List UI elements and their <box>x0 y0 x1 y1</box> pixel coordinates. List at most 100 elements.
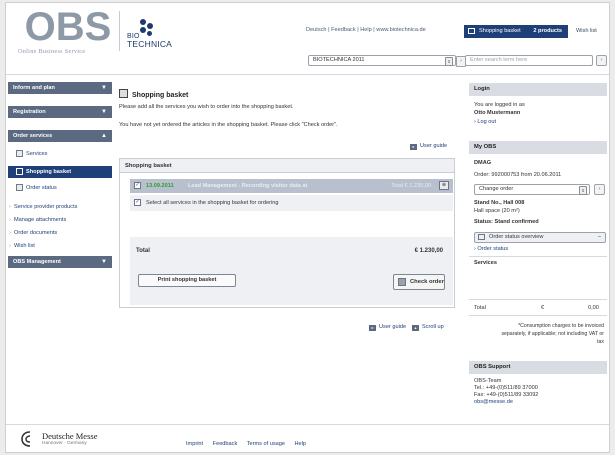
right-total-label: Total <box>474 305 486 311</box>
sidebar-link-manage-attachments[interactable]: Manage attachments <box>8 214 112 226</box>
sidebar-item-services[interactable]: Services <box>8 148 112 160</box>
basket-icon <box>468 28 475 34</box>
search-input[interactable]: Enter search term here <box>465 55 593 66</box>
item-checkbox[interactable]: ✓ <box>134 182 141 189</box>
biotechnica-logo-technica: TECHNICA <box>127 39 173 49</box>
order-line: Order: 992000753 from 20.06.2011 <box>474 172 562 178</box>
scroll-up-link[interactable]: ▴ Scroll up <box>412 324 444 331</box>
order-status-text: Status: Stand confirmed <box>474 219 539 225</box>
order-status-overview-label: Order status overview <box>489 234 544 240</box>
header-divider-line <box>6 74 609 75</box>
item-total: Total € 1.230,00 <box>391 183 431 189</box>
change-order-go-button[interactable]: › <box>594 184 605 195</box>
search-go-button[interactable]: › <box>596 55 607 66</box>
basket-icon <box>16 168 23 175</box>
user-guide-label: User guide <box>420 143 448 149</box>
logout-link[interactable]: › Log out <box>474 119 496 125</box>
services-icon <box>16 150 23 157</box>
select-all-label: Select all services in the shopping bask… <box>146 200 279 206</box>
divider <box>469 299 607 300</box>
order-status-icon <box>16 184 23 191</box>
shopping-basket-header-button[interactable]: Shopping basket 2 products <box>464 25 568 38</box>
footer-link-terms[interactable]: Terms of usage <box>247 441 285 447</box>
company-name: DMAG <box>474 160 492 166</box>
bottom-user-guide-link[interactable]: ▸ User guide <box>369 324 406 331</box>
consumption-note-3: tax <box>597 339 604 345</box>
item-description: Lead Management - Recording visitor data… <box>188 183 308 189</box>
login-panel-header: Login <box>469 83 607 96</box>
nav-inform-and-plan[interactable]: Inform and plan ▼ <box>8 82 112 95</box>
item-date: 13.09.2011 <box>146 183 174 189</box>
shopping-basket-panel: Shopping basket ✓ 13.09.2011 Lead Manage… <box>119 158 455 308</box>
page-title-text: Shopping basket <box>132 92 189 99</box>
deutsche-messe-mark-icon <box>21 431 31 447</box>
logged-in-as-text: You are logged in as <box>474 102 525 108</box>
consumption-note-1: *Consumption charges to be invoiced <box>518 323 604 329</box>
obs-logo[interactable]: OBS Online Business Service <box>18 7 118 55</box>
help-book-icon: ▸ <box>410 144 417 150</box>
stand-number: Stand No., Hall 008 <box>474 200 525 206</box>
logo-dot-icon <box>140 27 146 33</box>
user-guide-link[interactable]: ▸ User guide <box>410 143 447 150</box>
chevron-down-icon: ▼ <box>101 109 107 115</box>
chevron-down-icon: ▼ <box>101 259 107 265</box>
nav-section-label: Order services <box>13 133 53 139</box>
bottom-user-guide-label: User guide <box>379 324 407 330</box>
sidebar-link-wish-list[interactable]: Wish list <box>8 240 112 252</box>
dropdown-arrow-icon: ⇕ <box>445 57 453 66</box>
sidebar-item-label: Shopping basket <box>26 169 72 175</box>
basket-item-row[interactable]: ✓ 13.09.2011 Lead Management - Recording… <box>130 179 453 193</box>
stand-space: Hall space (20 m²) <box>474 208 520 214</box>
services-label: Services <box>474 260 498 266</box>
sidebar-item-label: Services <box>26 151 48 157</box>
wish-list-link[interactable]: Wish list <box>576 28 597 34</box>
sidebar-item-shopping-basket[interactable]: Shopping basket <box>8 166 112 178</box>
select-all-row[interactable]: ✓ Select all services in the shopping ba… <box>130 195 453 211</box>
nav-obs-management[interactable]: OBS Management ▼ <box>8 256 112 269</box>
divider <box>469 315 607 316</box>
event-select-value: BIOTECHNICA 2011 <box>313 57 365 63</box>
support-panel-header: OBS Support <box>469 361 607 374</box>
expand-toggle-icon[interactable]: ⊕ <box>439 181 449 190</box>
order-status-overview-select[interactable]: Order status overview – <box>474 232 606 243</box>
sidebar-link-order-documents[interactable]: Order documents <box>8 227 112 239</box>
top-links[interactable]: Deutsch | Feedback | Help | www.biotechn… <box>306 27 426 33</box>
sidebar-item-order-status[interactable]: Order status <box>8 182 112 194</box>
divider <box>469 256 607 257</box>
footer-link-imprint[interactable]: Imprint <box>186 441 203 447</box>
support-email-link[interactable]: obs@messe.de <box>474 399 513 405</box>
notice-text: You have not yet ordered the articles in… <box>119 122 338 128</box>
deutsche-messe-name: Deutsche Messe <box>42 431 98 441</box>
check-order-button[interactable]: Check order <box>393 274 445 290</box>
biotechnica-logo[interactable]: BIO TECHNICA <box>127 19 207 51</box>
nav-registration[interactable]: Registration ▼ <box>8 106 112 119</box>
order-status-link[interactable]: › Order status <box>474 246 508 252</box>
help-book-icon: ▸ <box>369 325 376 331</box>
sidebar-link-service-provider-products[interactable]: Service provider products <box>8 201 112 213</box>
user-name: Otto Mustermann <box>474 110 521 116</box>
basket-count: 2 products <box>533 28 562 34</box>
logo-dot-icon <box>147 31 152 36</box>
check-order-label: Check order <box>410 279 444 285</box>
total-value: € 1.230,00 <box>414 248 443 254</box>
page: OBS Online Business Service BIO TECHNICA… <box>5 2 610 453</box>
check-order-icon <box>398 278 406 286</box>
right-total-value: 0,00 <box>588 305 599 311</box>
obs-logo-subtitle: Online Business Service <box>18 48 86 55</box>
chevron-up-icon: ▲ <box>101 133 107 139</box>
basket-icon <box>119 89 128 98</box>
change-order-value: Change order <box>479 186 514 192</box>
footer-divider <box>6 424 609 425</box>
nav-order-services[interactable]: Order services ▲ <box>8 130 112 143</box>
event-select[interactable]: BIOTECHNICA 2011 ⇕ › <box>308 55 466 67</box>
dropdown-arrow-icon: ⇕ <box>579 186 587 195</box>
basket-label: Shopping basket <box>479 28 521 34</box>
change-order-select[interactable]: Change order ⇕ <box>474 184 590 195</box>
footer-link-help[interactable]: Help <box>295 441 307 447</box>
print-basket-button[interactable]: Print shopping basket <box>138 274 236 287</box>
footer-link-feedback[interactable]: Feedback <box>213 441 238 447</box>
logo-dot-icon <box>140 19 146 25</box>
sidebar-item-label: Order status <box>26 185 57 191</box>
select-all-checkbox[interactable]: ✓ <box>134 199 141 206</box>
page-title: Shopping basket <box>119 89 188 99</box>
